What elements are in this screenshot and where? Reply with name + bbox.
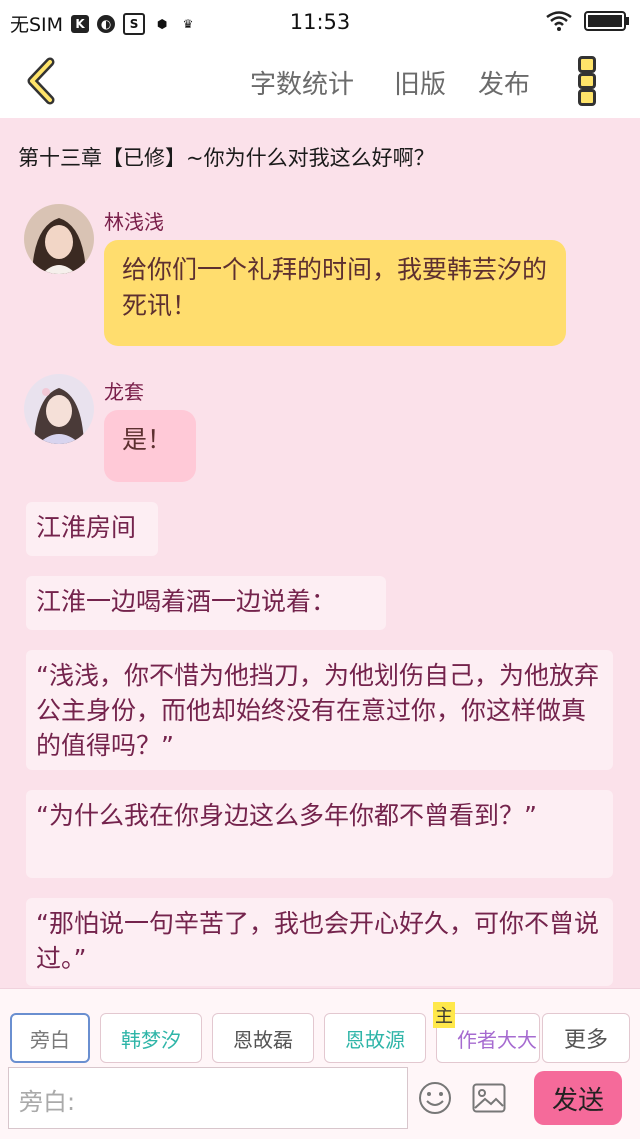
top-nav-bar: 字数统计 旧版 发布 [0, 44, 640, 118]
clock: 11:53 [289, 10, 351, 34]
old-version-button[interactable]: 旧版 [394, 64, 446, 101]
more-menu-icon[interactable] [578, 56, 600, 107]
avatar[interactable] [24, 374, 94, 444]
battery-icon [584, 11, 629, 31]
narration-block[interactable]: “为什么我在你身边这么多年你都不曾看到？” [26, 790, 613, 878]
emoji-icon[interactable] [418, 1081, 452, 1115]
role-author-button[interactable]: 主 作者大大 [433, 1002, 540, 1063]
more-roles-button[interactable]: 更多 [542, 1013, 630, 1063]
narration-block[interactable]: 江淮房间 [26, 502, 158, 556]
sender-name: 龙套 [104, 380, 144, 404]
message-bubble[interactable]: 给你们一个礼拜的时间，我要韩芸汐的死讯！ [104, 240, 566, 346]
back-arrow-icon[interactable] [22, 56, 62, 106]
publish-button[interactable]: 发布 [478, 64, 530, 101]
wifi-icon [546, 11, 572, 31]
image-icon[interactable] [472, 1083, 506, 1113]
sender-name: 林浅浅 [104, 210, 164, 234]
narration-block[interactable]: “浅浅，你不惜为他挡刀，为他划伤自己，为他放弃公主身份，而他却始终没有在意过你，… [26, 650, 613, 770]
role-narrator-button[interactable]: 旁白 [10, 1013, 90, 1063]
send-button[interactable]: 发送 [534, 1071, 622, 1125]
role-button[interactable]: 恩故磊 [212, 1013, 314, 1063]
message-input[interactable]: 旁白: [8, 1067, 408, 1129]
composer-panel: 旁白 韩梦汐 恩故磊 恩故源 主 作者大大 更多 旁白: 发送 [0, 988, 640, 1139]
narration-block[interactable]: 江淮一边喝着酒一边说着： [26, 576, 386, 630]
role-button[interactable]: 韩梦汐 [100, 1013, 202, 1063]
narration-block[interactable]: “那怕说一句辛苦了，我也会开心好久，可你不曾说过。” [26, 898, 613, 986]
status-bar: 无SIM K ◐ S ⬢ ♛ 11:53 [0, 0, 640, 44]
word-count-button[interactable]: 字数统计 [250, 64, 354, 101]
role-button[interactable]: 恩故源 [324, 1013, 426, 1063]
author-label: 作者大大 [457, 1027, 537, 1052]
message-bubble[interactable]: 是！ [104, 410, 196, 482]
chapter-title: 第十三章【已修】~你为什么对我这么好啊？ [18, 146, 435, 170]
main-role-badge: 主 [433, 1002, 455, 1028]
avatar[interactable] [24, 204, 94, 274]
